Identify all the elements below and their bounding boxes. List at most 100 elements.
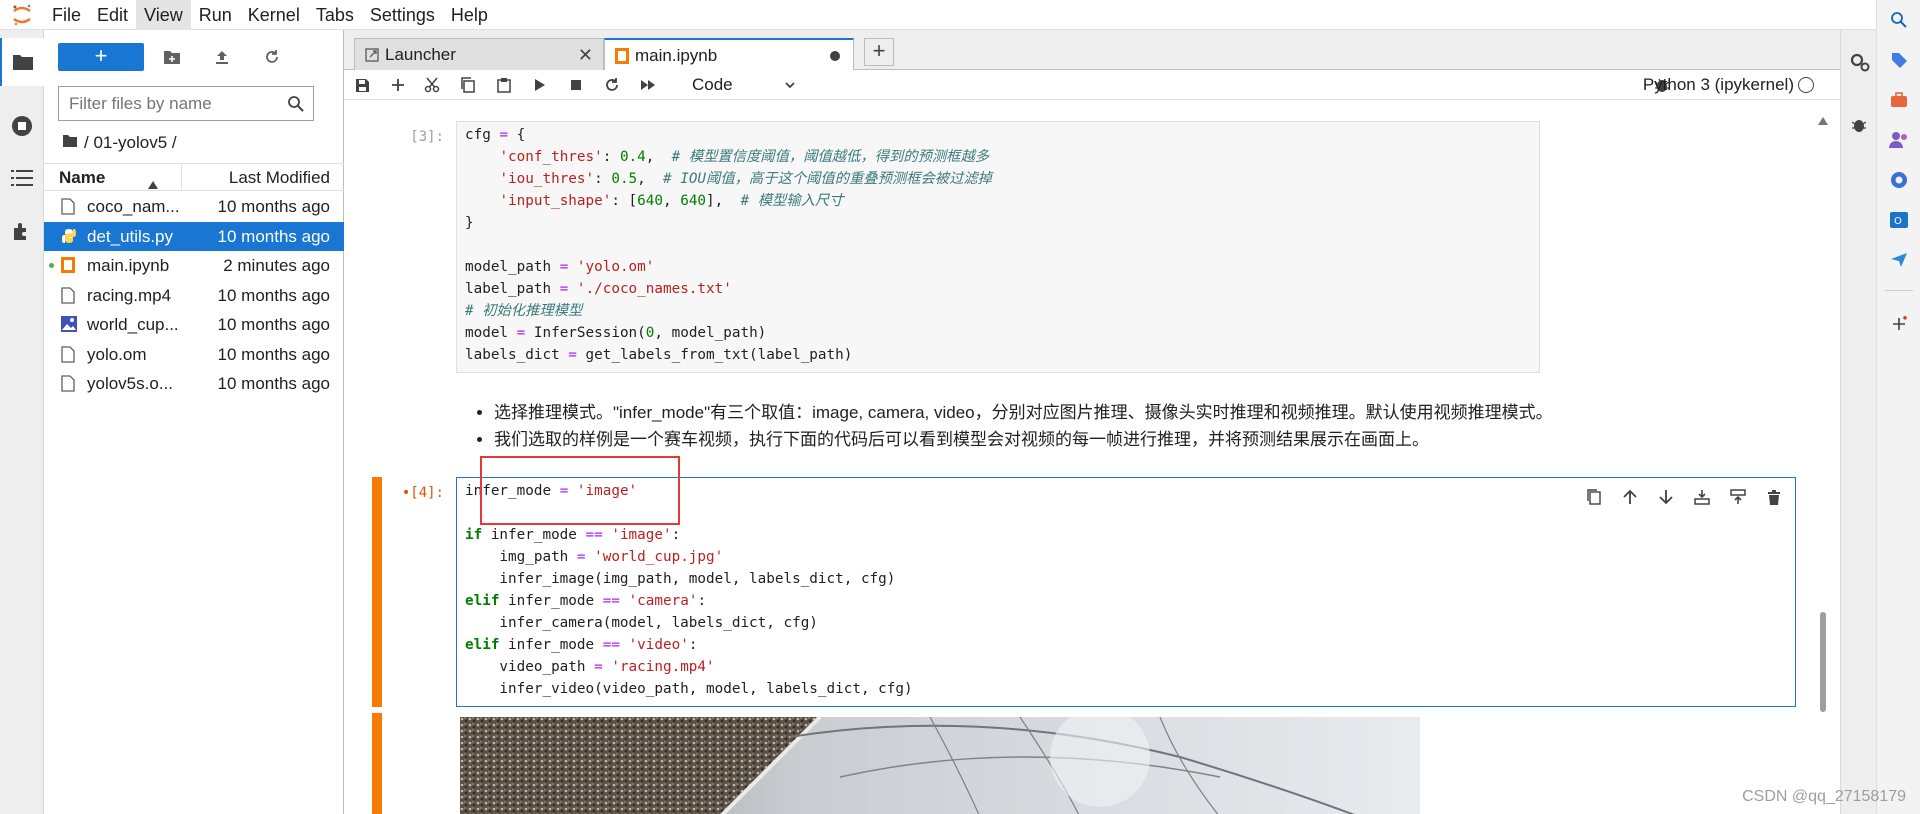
image-icon — [61, 316, 77, 333]
outlook-icon[interactable]: O — [1887, 208, 1911, 232]
breadcrumb-path[interactable]: / 01-yolov5 / — [84, 133, 177, 153]
breadcrumb: / 01-yolov5 / — [62, 130, 177, 156]
filter-files-input[interactable] — [69, 93, 279, 114]
kernel-status-idle-icon[interactable] — [1798, 77, 1814, 93]
browser-side-panel: O — [1876, 0, 1920, 814]
copilot-icon[interactable] — [1887, 168, 1911, 192]
close-icon[interactable]: ✕ — [578, 45, 593, 66]
cell-type-dropdown[interactable]: Code — [692, 73, 802, 97]
column-header-name[interactable]: Name — [59, 168, 105, 188]
file-modified: 10 months ago — [217, 344, 330, 364]
markdown-bullet: 我们选取的样例是一个赛车视频，执行下面的代码后可以看到模型会对视频的每一帧进行推… — [494, 426, 1674, 453]
output-cell-indicator[interactable] — [372, 713, 382, 814]
insert-cell-above-icon[interactable] — [1687, 484, 1717, 510]
file-icon — [61, 345, 77, 363]
active-cell-indicator[interactable] — [372, 477, 382, 707]
stop-icon[interactable] — [562, 74, 590, 96]
file-row[interactable]: yolov5s.o... 10 months ago — [44, 369, 344, 398]
save-icon[interactable] — [348, 74, 376, 96]
fast-forward-icon[interactable] — [634, 74, 662, 96]
upload-icon[interactable] — [208, 44, 236, 70]
filter-files-field[interactable] — [58, 86, 314, 121]
cell-4-prompt: •[4]: — [401, 485, 444, 501]
code-cell-3[interactable]: cfg = { 'conf_thres': 0.4, # 模型置信度阈值，阈值越… — [456, 121, 1540, 373]
file-browser-panel: + / 01-yolov5 / Name Last Modified coco_… — [44, 30, 344, 814]
file-row[interactable]: main.ipynb 2 minutes ago — [44, 251, 344, 280]
notebook-scrollbar-thumb[interactable] — [1820, 612, 1826, 712]
tab-main-ipynb[interactable]: main.ipynb — [604, 38, 854, 71]
sort-ascending-icon[interactable] — [148, 174, 158, 194]
watermark: CSDN @qq_27158179 — [1742, 788, 1906, 805]
insert-cell-below-icon[interactable] — [1723, 484, 1753, 510]
insert-cell-icon[interactable] — [384, 74, 412, 96]
menu-view[interactable]: View — [136, 0, 191, 30]
add-icon[interactable] — [1887, 312, 1911, 336]
markdown-bullet: 选择推理模式。"infer_mode"有三个取值：image, camera, … — [494, 399, 1674, 426]
delete-cell-icon[interactable] — [1759, 484, 1789, 510]
menu-run[interactable]: Run — [191, 0, 240, 30]
file-modified: 10 months ago — [217, 285, 330, 305]
running-icon[interactable] — [0, 102, 44, 150]
menu-settings[interactable]: Settings — [362, 0, 443, 30]
copy-icon[interactable] — [454, 74, 482, 96]
people-icon[interactable] — [1887, 128, 1911, 152]
property-inspector-gear-icon[interactable] — [1849, 52, 1871, 79]
tab-launcher-label: Launcher — [385, 45, 456, 64]
menu-kernel[interactable]: Kernel — [240, 0, 308, 30]
run-icon[interactable] — [526, 74, 554, 96]
chevron-down-icon — [784, 76, 796, 96]
move-cell-down-icon[interactable] — [1651, 484, 1681, 510]
file-modified: 10 months ago — [217, 197, 330, 216]
menu-edit[interactable]: Edit — [89, 0, 136, 30]
column-divider[interactable] — [181, 164, 182, 191]
svg-text:O: O — [1894, 216, 1902, 227]
document-tab-bar: Launcher ✕ main.ipynb + — [344, 30, 1840, 71]
extension-icon[interactable] — [0, 208, 44, 256]
folder-icon[interactable] — [0, 38, 44, 86]
file-name: det_utils.py — [87, 226, 173, 246]
cell-3-prompt: [3]: — [410, 129, 444, 145]
menu-help[interactable]: Help — [443, 0, 496, 30]
menu-file[interactable]: File — [44, 0, 89, 30]
edge-divider — [1885, 290, 1913, 291]
restart-icon[interactable] — [598, 74, 626, 96]
new-launcher-button[interactable]: + — [58, 43, 144, 71]
send-icon[interactable] — [1887, 248, 1911, 272]
paste-icon[interactable] — [490, 74, 518, 96]
file-row[interactable]: yolo.om 10 months ago — [44, 340, 344, 369]
file-name: yolov5s.o... — [87, 374, 173, 393]
tab-launcher[interactable]: Launcher ✕ — [354, 38, 604, 70]
tag-icon[interactable] — [1887, 48, 1911, 72]
table-of-contents-icon[interactable] — [0, 154, 44, 202]
jupyter-logo-icon — [0, 0, 44, 30]
refresh-icon[interactable] — [258, 44, 286, 70]
file-name: main.ipynb — [87, 256, 170, 275]
duplicate-cell-icon[interactable] — [1579, 484, 1609, 510]
kernel-name[interactable]: Python 3 (ipykernel) — [1643, 75, 1794, 95]
file-row[interactable]: world_cup... 10 months ago — [44, 310, 344, 339]
markdown-cell[interactable]: 选择推理模式。"infer_mode"有三个取值：image, camera, … — [474, 399, 1674, 453]
cell-type-value: Code — [692, 75, 733, 94]
scroll-up-arrow-icon[interactable] — [1818, 112, 1828, 130]
file-row[interactable]: coco_nam... 10 months ago — [44, 192, 344, 221]
left-sidebar-rail — [0, 30, 44, 814]
unsaved-dot-icon[interactable] — [830, 51, 840, 61]
debugger-icon[interactable] — [1851, 116, 1867, 139]
new-folder-icon[interactable] — [158, 44, 186, 70]
breadcrumb-folder-icon[interactable] — [62, 133, 78, 153]
right-sidebar-rail — [1840, 30, 1876, 814]
file-modified: 10 months ago — [217, 374, 330, 393]
launcher-icon — [365, 47, 379, 67]
briefcase-icon[interactable] — [1887, 88, 1911, 112]
add-tab-button[interactable]: + — [864, 38, 894, 66]
search-icon[interactable] — [1887, 8, 1911, 32]
file-row[interactable]: racing.mp4 10 months ago — [44, 281, 344, 310]
cut-icon[interactable] — [418, 74, 446, 96]
notebook-toolbar: Code Python 3 (ipykernel) — [344, 70, 1840, 100]
tab-main-ipynb-label: main.ipynb — [635, 46, 718, 65]
file-row[interactable]: det_utils.py 10 months ago — [44, 221, 344, 251]
move-cell-up-icon[interactable] — [1615, 484, 1645, 510]
menu-tabs[interactable]: Tabs — [308, 0, 362, 30]
file-list-header: Name Last Modified — [44, 163, 344, 191]
column-header-last-modified[interactable]: Last Modified — [229, 168, 330, 188]
